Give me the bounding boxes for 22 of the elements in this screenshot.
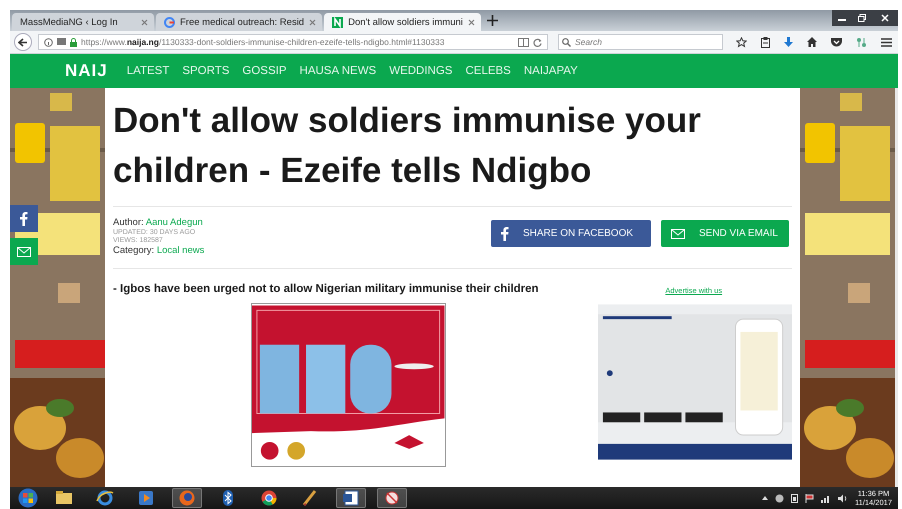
category-label: Category:	[113, 245, 156, 256]
email-share-button[interactable]: SEND VIA EMAIL	[661, 220, 789, 247]
browser-tab[interactable]: Don't allow soldiers immuni	[324, 13, 481, 31]
browser-tab[interactable]: Free medical outreach: Resid	[156, 13, 322, 31]
article-lead: - Igbos have been urged not to allow Nigerian military immunise their children	[113, 283, 540, 295]
nav-link[interactable]: SPORTS	[182, 65, 230, 77]
nav-link[interactable]: LATEST	[126, 65, 170, 77]
article-title: Don't allow soldiers immunise your children - Ezeife tells Ndigbo	[113, 100, 702, 192]
facebook-share-button[interactable]: SHARE ON FACEBOOK	[491, 220, 651, 247]
nav-link[interactable]: HAUSA NEWS	[300, 65, 376, 77]
author-label: Author:	[113, 217, 145, 228]
nav-link[interactable]: WEDDINGS	[389, 65, 452, 77]
category-link[interactable]: Local news	[156, 245, 204, 256]
author-link[interactable]: Aanu Adegun	[146, 217, 203, 228]
nav-link[interactable]: CELEBS	[465, 65, 511, 77]
url-text: https://www.naija.ng/1130333-dont-soldiers-immunise-children-ezeife-tells-ndigbo.html#1130333	[81, 37, 446, 47]
search-field[interactable]: Search	[558, 34, 723, 50]
site-logo[interactable]: NAIJ	[65, 61, 108, 81]
nav-link[interactable]: GOSSIP	[242, 65, 287, 77]
address-bar[interactable]: https://www.naija.ng/1130333-dont-soldiers-immunise-children-ezeife-tells-ndigbo.html#1130333	[38, 34, 548, 50]
nav-link[interactable]: NAIJAPAY	[524, 65, 578, 77]
browser-tab[interactable]: MassMediaNG ‹ Log In	[12, 13, 154, 31]
